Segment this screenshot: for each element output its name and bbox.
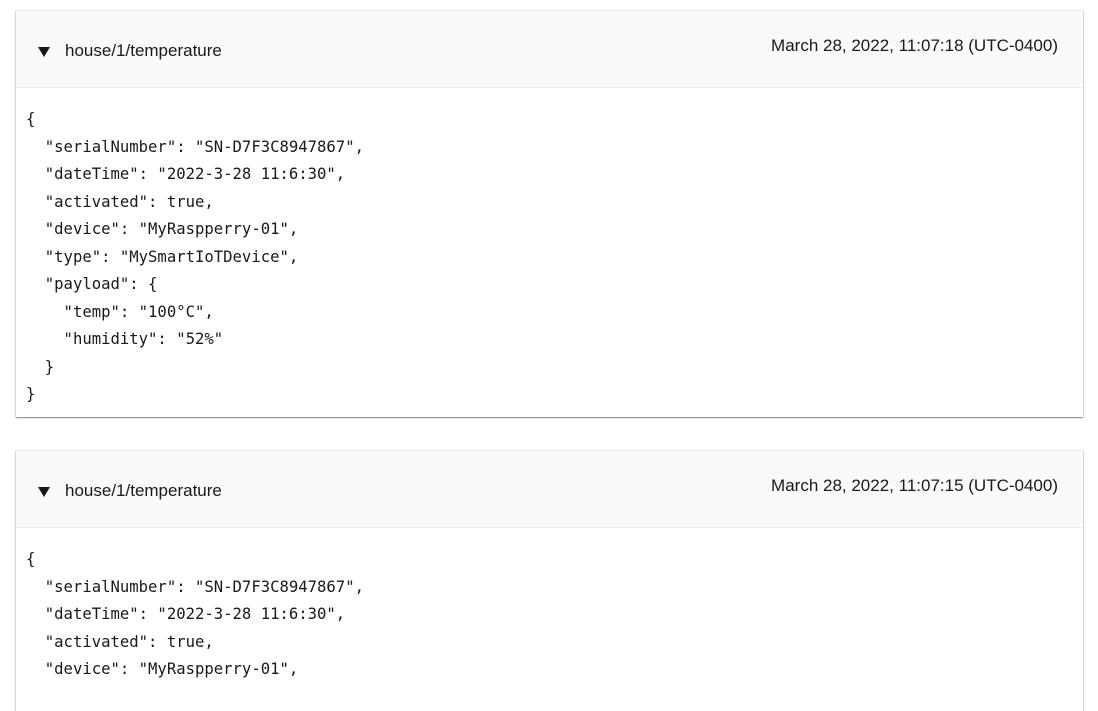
message-card: house/1/temperature March 28, 2022, 11:0… xyxy=(16,10,1083,417)
message-expand-toggle[interactable]: house/1/temperature xyxy=(38,481,222,501)
message-expand-toggle[interactable]: house/1/temperature xyxy=(38,41,222,61)
message-card: house/1/temperature March 28, 2022, 11:0… xyxy=(16,450,1083,711)
message-topic: house/1/temperature xyxy=(65,41,222,60)
message-topic: house/1/temperature xyxy=(65,481,222,500)
message-payload: { "serialNumber": "SN-D7F3C8947867", "da… xyxy=(26,550,364,678)
message-payload: { "serialNumber": "SN-D7F3C8947867", "da… xyxy=(26,110,364,403)
message-timestamp: March 28, 2022, 11:07:18 (UTC-0400) xyxy=(771,36,1058,55)
caret-down-icon[interactable] xyxy=(38,46,50,57)
message-timestamp: March 28, 2022, 11:07:15 (UTC-0400) xyxy=(771,476,1058,495)
message-header: house/1/temperature March 28, 2022, 11:0… xyxy=(16,11,1083,88)
caret-down-icon[interactable] xyxy=(38,486,50,497)
message-header: house/1/temperature March 28, 2022, 11:0… xyxy=(16,451,1083,528)
